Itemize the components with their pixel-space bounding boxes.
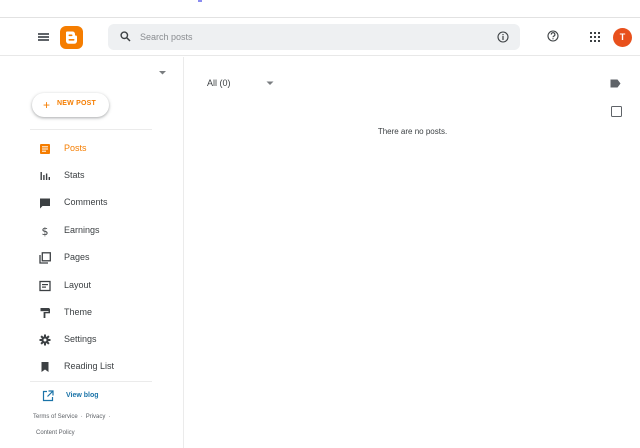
empty-state-message: There are no posts.: [377, 127, 448, 136]
dollar-icon: $: [42, 225, 49, 238]
sidebar-item-label: Earnings: [64, 225, 100, 235]
comments-icon: [40, 198, 50, 209]
sidebar-item-label: Reading List: [64, 361, 115, 371]
svg-text:$: $: [42, 225, 49, 238]
search-input[interactable]: [140, 28, 480, 46]
terms-link[interactable]: Terms of Service: [33, 414, 78, 420]
sidebar-item-comments[interactable]: Comments: [38, 193, 178, 213]
stats-icon: [40, 172, 50, 180]
view-blog-label: View blog: [66, 392, 99, 399]
new-post-button[interactable]: + NEW POST: [32, 93, 109, 117]
blog-selector-chevron-down-icon[interactable]: [158, 70, 167, 76]
chevron-down-icon: [266, 81, 274, 85]
search-icon[interactable]: [120, 31, 131, 42]
new-post-label: NEW POST: [57, 100, 96, 107]
sidebar-item-label: Settings: [64, 334, 97, 344]
sidebar-item-label: Posts: [64, 143, 87, 153]
label-icon[interactable]: [610, 79, 621, 88]
pages-icon: [39, 252, 51, 264]
plus-icon: +: [43, 98, 51, 112]
top-accent-line: [198, 0, 202, 2]
sidebar-item-label: Theme: [64, 307, 93, 317]
avatar[interactable]: T: [613, 28, 632, 47]
footer-separator: ·: [80, 414, 83, 420]
sidebar-item-layout[interactable]: Layout: [38, 276, 178, 296]
sidebar-item-posts[interactable]: Posts: [38, 139, 178, 159]
view-blog-link[interactable]: View blog: [42, 388, 122, 406]
apps-grid-icon[interactable]: [590, 32, 600, 42]
sidebar-divider: [30, 129, 152, 130]
info-icon[interactable]: [497, 31, 509, 43]
help-icon[interactable]: [547, 30, 559, 42]
bookmark-icon: [41, 362, 49, 372]
filter-label: All (0): [207, 78, 231, 88]
footer-links: Terms of Service · Privacy ·: [33, 414, 113, 420]
footer-links-row2: Content Policy: [36, 430, 75, 436]
open-in-new-icon: [42, 390, 54, 402]
sidebar-item-label: Comments: [64, 197, 108, 207]
layout-icon: [39, 280, 51, 292]
sidebar: + NEW POST Posts Stats Comments $ Earnin…: [0, 57, 184, 448]
footer-separator: ·: [108, 414, 111, 420]
content-policy-link[interactable]: Content Policy: [36, 430, 75, 436]
select-all-checkbox[interactable]: [611, 106, 622, 117]
settings-icon: [39, 334, 51, 346]
post-filter-dropdown[interactable]: All (0): [207, 76, 277, 90]
privacy-link[interactable]: Privacy: [86, 414, 106, 420]
menu-icon[interactable]: [38, 33, 49, 41]
sidebar-item-label: Layout: [64, 280, 92, 290]
sidebar-item-label: Stats: [64, 170, 85, 180]
sidebar-item-settings[interactable]: Settings: [38, 330, 178, 350]
sidebar-item-earnings[interactable]: $ Earnings: [38, 221, 178, 241]
theme-icon: [40, 308, 50, 318]
sidebar-divider: [30, 381, 152, 382]
sidebar-item-reading-list[interactable]: Reading List: [38, 357, 178, 377]
blogger-logo-icon[interactable]: [60, 26, 83, 49]
sidebar-item-label: Pages: [64, 252, 90, 262]
sidebar-item-pages[interactable]: Pages: [38, 248, 178, 268]
top-bar: T: [0, 18, 640, 56]
posts-icon: [40, 144, 50, 154]
sidebar-item-theme[interactable]: Theme: [38, 303, 178, 323]
search-bar: [108, 24, 520, 50]
sidebar-item-stats[interactable]: Stats: [38, 166, 178, 186]
